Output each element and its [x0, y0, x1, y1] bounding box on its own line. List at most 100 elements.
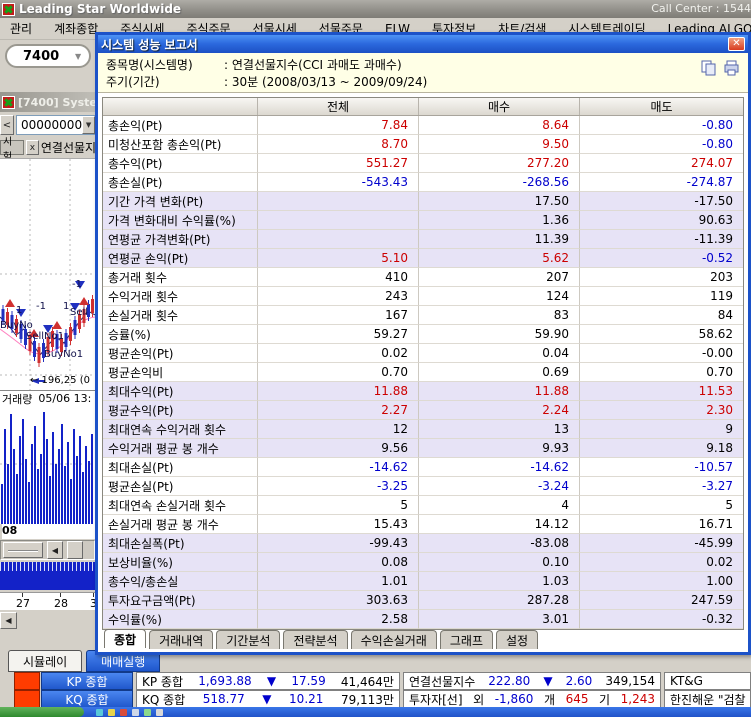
table-row: 평균수익(Pt)2.272.242.30	[103, 401, 743, 420]
table-cell: 12	[258, 420, 419, 439]
tab-전략분석[interactable]: 전략분석	[283, 630, 347, 649]
tab-그래프[interactable]: 그래프	[440, 630, 493, 649]
table-cell: 0.04	[419, 344, 580, 363]
volume-bars-graphic	[0, 406, 95, 524]
chevron-down-icon[interactable]: ▼	[82, 116, 95, 134]
field: 외	[473, 691, 484, 708]
scroll-left-icon[interactable]: ◀	[0, 612, 17, 629]
table-cell: 8.70	[258, 135, 419, 154]
row-label: 가격 변화대비 수익률(%)	[103, 211, 258, 230]
table-cell: -0.32	[580, 610, 743, 629]
start-button[interactable]	[0, 707, 84, 717]
close-icon[interactable]: x	[26, 140, 39, 155]
table-row: 미청산포함 총손익(Pt)8.709.50-0.80	[103, 135, 743, 154]
report-header: 종목명(시스템명) : 연결선물지수(CCI 과매도 과매수) 주기(기간) :…	[98, 53, 748, 93]
taskbar-icon[interactable]	[108, 709, 115, 716]
symbol-label: 종목명(시스템명)	[106, 56, 224, 73]
taskbar[interactable]	[0, 707, 751, 717]
horizontal-scrollbar[interactable]: ◀	[0, 540, 95, 560]
index-button[interactable]: KQ 종합	[41, 690, 133, 708]
news-cell: KT&G	[664, 672, 751, 690]
table-cell: 59.27	[258, 325, 419, 344]
subwindow-titlebar[interactable]: [7400] System	[0, 92, 110, 112]
screen-number-value: 7400	[7, 49, 75, 64]
table-cell: 0.02	[580, 553, 743, 572]
row-label: 미청산포함 총손익(Pt)	[103, 135, 258, 154]
table-cell: 9.56	[258, 439, 419, 458]
table-cell: 287.28	[419, 591, 580, 610]
taskbar-icon[interactable]	[120, 709, 127, 716]
table-row: 연평균 손익(Pt)5.105.62-0.52	[103, 249, 743, 268]
table-row: 손실거래 평균 봉 개수15.4314.1216.71	[103, 515, 743, 534]
screen-number-combo[interactable]: 7400 ▼	[5, 44, 91, 68]
taskbar-icon[interactable]	[96, 709, 103, 716]
table-cell: 207	[419, 268, 580, 287]
info-cell: 투자자[선]외-1,860개645기1,243	[403, 690, 661, 708]
table-cell: 11.53	[580, 382, 743, 401]
menu-item-1[interactable]: 계좌종합	[54, 20, 98, 37]
table-column-header	[103, 98, 258, 115]
table-cell: 17.50	[419, 192, 580, 211]
table-cell: 0.02	[258, 344, 419, 363]
signal-label: -1	[36, 301, 46, 312]
taskbar-icon[interactable]	[132, 709, 139, 716]
table-cell: -99.43	[258, 534, 419, 553]
tab-기간분석[interactable]: 기간분석	[216, 630, 280, 649]
chevron-down-icon[interactable]: ▼	[75, 52, 89, 61]
index-button[interactable]: KP 종합	[41, 672, 133, 690]
axis-label: 27	[16, 597, 30, 610]
table-column-header: 전체	[258, 98, 419, 115]
table-cell: 9.18	[580, 439, 743, 458]
field: ▼	[543, 674, 552, 688]
row-label: 손실거래 횟수	[103, 306, 258, 325]
row-label: 평균손익비	[103, 363, 258, 382]
close-icon[interactable]: ✕	[728, 37, 745, 51]
table-cell: 90.63	[580, 211, 743, 230]
tab-수익손실거래[interactable]: 수익손실거래	[351, 630, 437, 649]
chart-tab[interactable]: 시험	[0, 140, 24, 155]
tab-설정[interactable]: 설정	[496, 630, 538, 649]
taskbar-icon[interactable]	[156, 709, 163, 716]
field: KP 종합	[142, 673, 183, 690]
chart-navigator-strip[interactable]	[0, 562, 95, 590]
tab-종합[interactable]: 종합	[104, 629, 146, 648]
taskbar-icon[interactable]	[144, 709, 151, 716]
field: 2.60	[566, 674, 593, 688]
print-icon[interactable]	[723, 59, 740, 76]
table-row: 수익률(%)2.583.01-0.32	[103, 610, 743, 629]
scroll-left-icon[interactable]: ◀	[47, 541, 63, 559]
row-label: 총손익(Pt)	[103, 116, 258, 135]
bottom-panel: 시뮬레이매매실행 KP 종합KP 종합1,693.88▼17.5941,464만…	[0, 648, 751, 707]
table-row: 총손실(Pt)-543.43-268.56-274.87	[103, 173, 743, 192]
tab-거래내역[interactable]: 거래내역	[149, 630, 213, 649]
table-cell: -0.52	[580, 249, 743, 268]
copy-icon[interactable]	[700, 59, 717, 76]
field: 개	[544, 691, 555, 708]
table-row: 투자요구금액(Pt)303.63287.28247.59	[103, 591, 743, 610]
table-cell: 7.84	[258, 116, 419, 135]
table-cell: 58.62	[580, 325, 743, 344]
menu-item-0[interactable]: 관리	[10, 20, 32, 37]
row-label: 기간 가격 변화(Pt)	[103, 192, 258, 211]
price-chart[interactable]: -1 1 -1 1 Sell BuyNo SellNo1 BuyNo1 ← 19…	[0, 158, 95, 390]
table-cell: 124	[419, 287, 580, 306]
scroll-blank-button[interactable]	[67, 541, 83, 559]
table-cell: 5.10	[258, 249, 419, 268]
panel-tab[interactable]: 시뮬레이	[8, 650, 82, 672]
performance-table: 전체매수매도 총손익(Pt)7.848.64-0.80미청산포함 총손익(Pt)…	[102, 97, 744, 630]
row-label: 최대연속 수익거래 횟수	[103, 420, 258, 439]
field: ▼	[262, 692, 271, 706]
table-cell: 551.27	[258, 154, 419, 173]
chart-tab-row: 시험 x 연결선물지	[0, 139, 95, 156]
table-cell: 2.58	[258, 610, 419, 629]
code-combo[interactable]: 00000000 ▼	[16, 115, 96, 135]
field: 518.77	[203, 692, 245, 706]
table-row: 최대수익(Pt)11.8811.8811.53	[103, 382, 743, 401]
table-cell: 5.62	[419, 249, 580, 268]
dialog-titlebar[interactable]: 시스템 성능 보고서 ✕	[98, 35, 748, 53]
table-cell: -268.56	[419, 173, 580, 192]
table-cell	[258, 211, 419, 230]
volume-chart[interactable]	[0, 406, 95, 524]
scrollbar-thumb[interactable]	[3, 542, 43, 558]
status-marker	[14, 690, 40, 708]
